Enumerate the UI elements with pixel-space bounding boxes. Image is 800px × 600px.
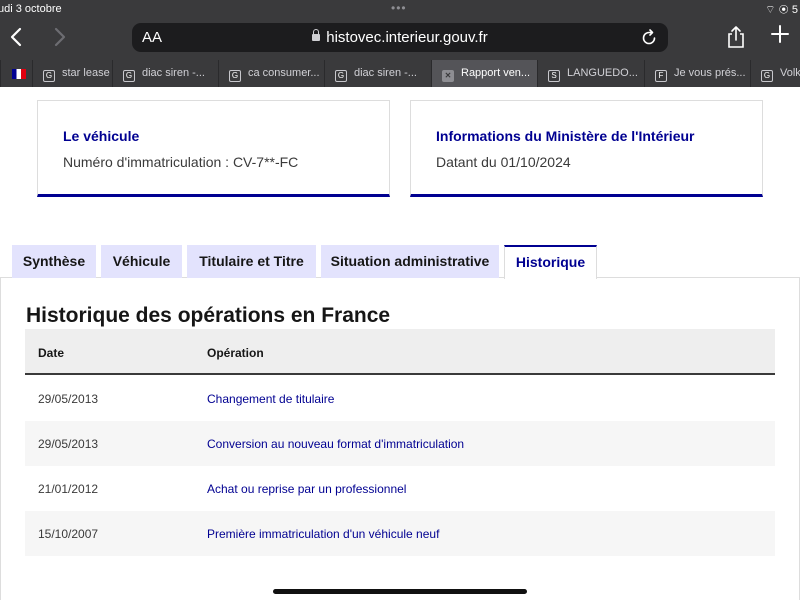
back-button[interactable] <box>5 25 29 49</box>
reload-icon <box>642 29 656 45</box>
row-date: 29/05/2013 <box>38 392 99 406</box>
browser-tab-active[interactable]: ✕ Rapport ven... <box>431 60 537 87</box>
address-bar[interactable]: AA histovec.interieur.gouv.fr <box>132 23 668 52</box>
site-favicon-icon: F <box>655 70 667 82</box>
registration-number: Numéro d'immatriculation : CV-7**-FC <box>63 154 299 170</box>
chevron-left-icon <box>10 27 22 47</box>
vehicle-card: Le véhicule Numéro d'immatriculation : C… <box>37 100 390 197</box>
browser-tab[interactable]: GVolks <box>750 60 800 87</box>
status-date: udi 3 octobre <box>0 3 62 15</box>
row-date: 15/10/2007 <box>38 527 99 541</box>
tab-synthese[interactable]: Synthèse <box>12 245 96 278</box>
browser-tab[interactable]: F Je vous prés... <box>644 60 750 87</box>
status-indicators: ⌔ ◉ 5 <box>765 4 798 16</box>
row-operation: Achat ou reprise par un professionnel <box>207 482 407 496</box>
row-date: 29/05/2013 <box>38 437 99 451</box>
row-operation: Première immatriculation d'un véhicule n… <box>207 527 440 541</box>
lock-icon <box>312 29 321 43</box>
google-favicon-icon: G <box>335 70 347 82</box>
plus-icon <box>771 25 789 43</box>
google-favicon-icon: G <box>761 70 773 82</box>
tab-situation-administrative[interactable]: Situation administrative <box>321 245 499 278</box>
url-text: histovec.interieur.gouv.fr <box>326 29 488 46</box>
browser-tab[interactable]: Gdiac siren -... <box>324 60 431 87</box>
google-favicon-icon: G <box>123 70 135 82</box>
share-button[interactable] <box>725 25 747 49</box>
column-header-date: Date <box>38 346 65 360</box>
ministry-card-title: Informations du Ministère de l'Intérieur <box>436 128 695 144</box>
multitasking-dots[interactable]: ••• <box>391 1 407 15</box>
vehicle-card-title: Le véhicule <box>63 128 140 144</box>
browser-tabs: Gstar lease s Gdiac siren -... Gca consu… <box>0 60 800 87</box>
table-row: 15/10/2007 Première immatriculation d'un… <box>25 511 775 556</box>
row-operation: Conversion au nouveau format d'immatricu… <box>207 437 465 451</box>
browser-tab[interactable]: S LANGUEDO... <box>537 60 644 87</box>
table-row: 21/01/2012 Achat ou reprise par un profe… <box>25 466 775 511</box>
tab-vehicule[interactable]: Véhicule <box>101 245 182 278</box>
french-flag-icon <box>12 69 26 79</box>
row-operation: Changement de titulaire <box>207 392 335 406</box>
home-indicator[interactable] <box>273 589 527 594</box>
reload-button[interactable] <box>640 27 658 52</box>
table-header: Date Opération <box>25 329 775 375</box>
forward-button[interactable] <box>47 25 71 49</box>
column-header-operation: Opération <box>207 346 264 360</box>
row-date: 21/01/2012 <box>38 482 99 496</box>
close-tab-icon[interactable]: ✕ <box>442 70 454 82</box>
site-favicon-icon: S <box>548 70 560 82</box>
table-row: 29/05/2013 Conversion au nouveau format … <box>25 421 775 466</box>
url-display[interactable]: histovec.interieur.gouv.fr <box>132 29 668 46</box>
tab-historique[interactable]: Historique <box>504 245 597 279</box>
ministry-card: Informations du Ministère de l'Intérieur… <box>410 100 763 197</box>
report-tabs: Synthèse Véhicule Titulaire et Titre Sit… <box>0 245 800 279</box>
status-bar: udi 3 octobre ••• ⌔ ◉ 5 <box>0 0 800 18</box>
history-title: Historique des opérations en France <box>26 304 391 327</box>
pinned-tab[interactable] <box>0 60 32 87</box>
new-tab-button[interactable] <box>770 21 790 49</box>
table-row: 29/05/2013 Changement de titulaire <box>25 376 775 421</box>
browser-tab[interactable]: Gca consumer... <box>218 60 324 87</box>
browser-chrome: udi 3 octobre ••• ⌔ ◉ 5 AA histovec.inte… <box>0 0 800 87</box>
chevron-right-icon <box>54 27 66 47</box>
google-favicon-icon: G <box>43 70 55 82</box>
google-favicon-icon: G <box>229 70 241 82</box>
share-icon <box>728 26 744 48</box>
browser-tab[interactable]: Gdiac siren -... <box>112 60 218 87</box>
data-date: Datant du 01/10/2024 <box>436 154 571 170</box>
browser-tab[interactable]: Gstar lease s <box>32 60 112 87</box>
tab-titulaire-titre[interactable]: Titulaire et Titre <box>187 245 316 278</box>
